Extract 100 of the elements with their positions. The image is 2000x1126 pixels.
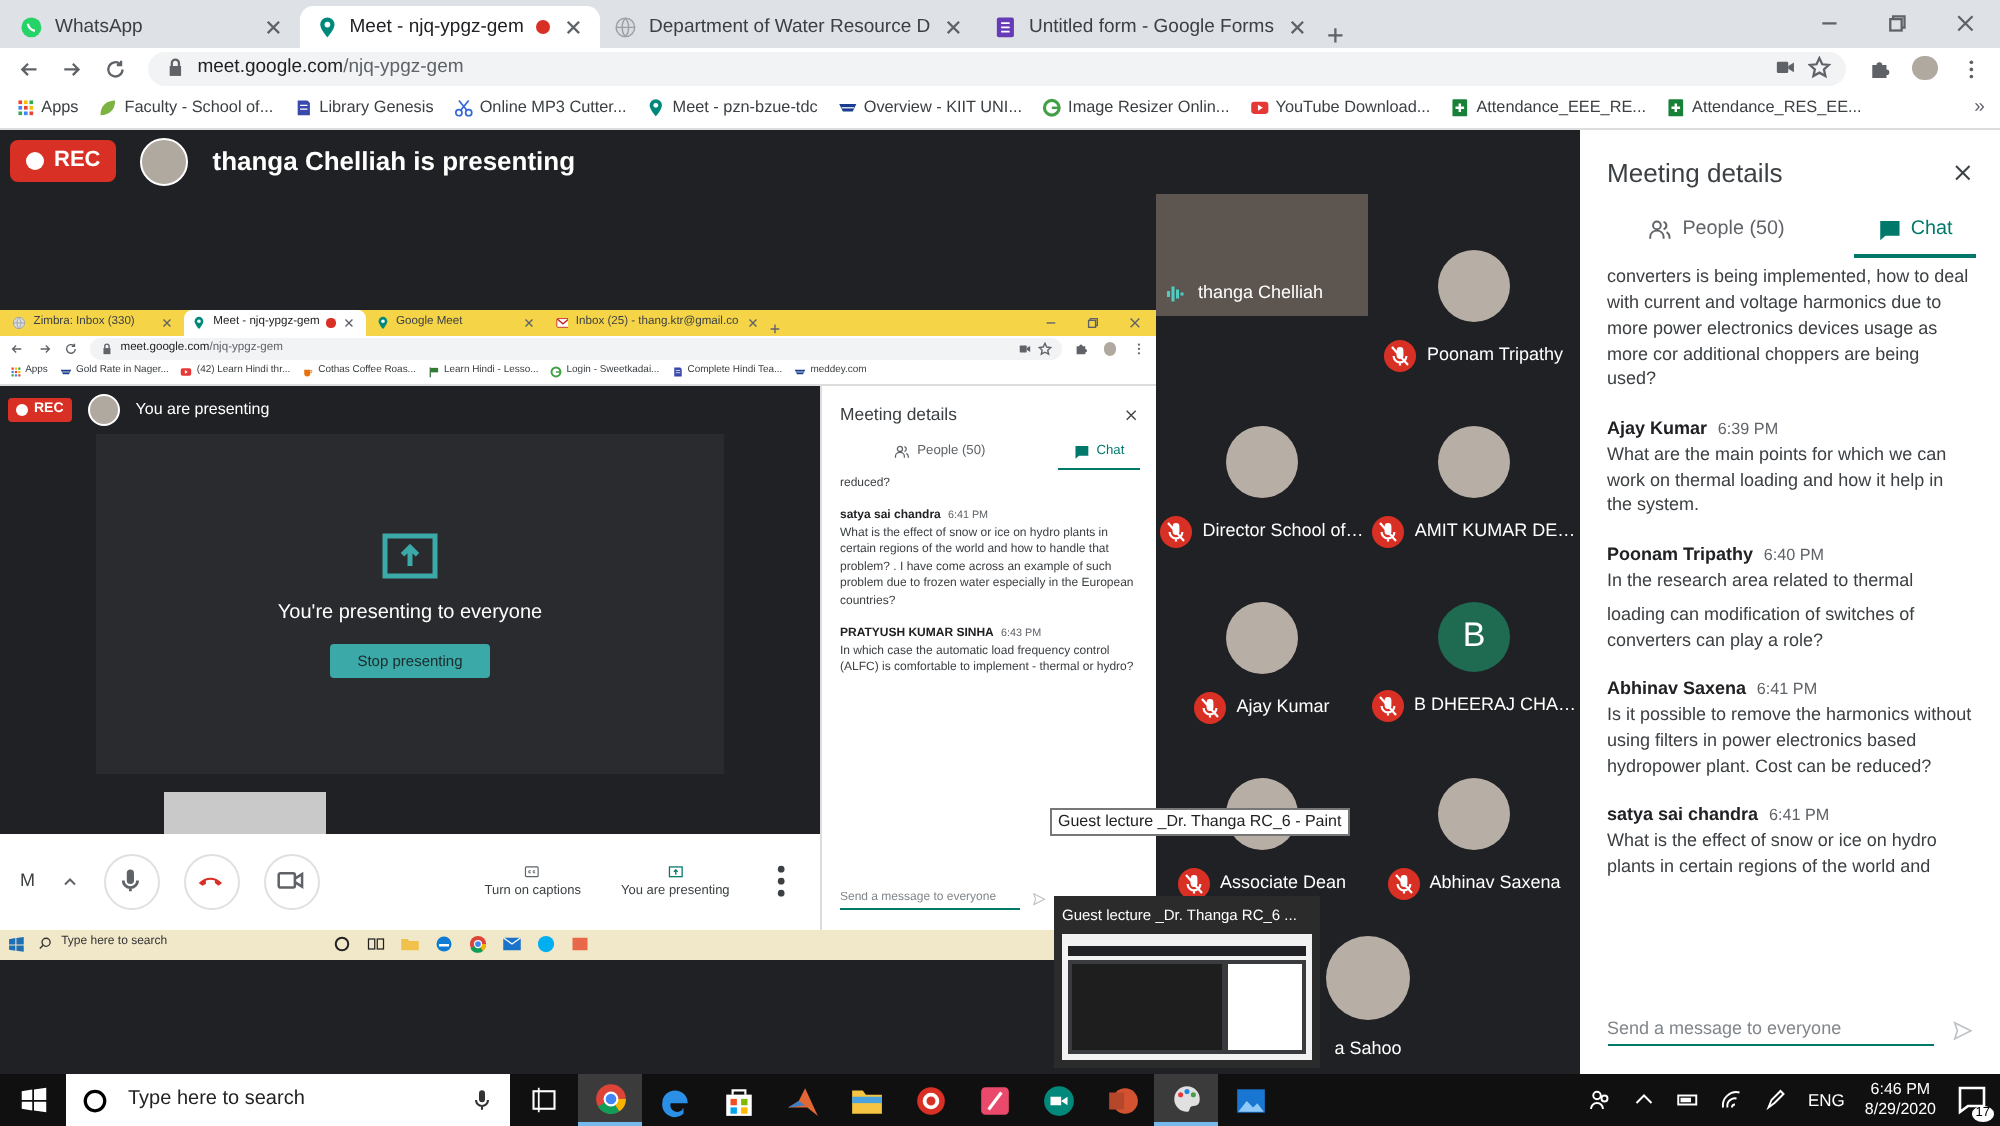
close-icon[interactable] (342, 316, 357, 330)
bookmark[interactable]: Apps (15, 98, 79, 118)
notification-icon[interactable] (1956, 1084, 1988, 1116)
microphone-button[interactable] (103, 853, 159, 910)
swirl-logo-icon[interactable] (434, 934, 455, 955)
language-indicator[interactable]: ENG (1807, 1089, 1845, 1111)
bookmark[interactable]: Faculty - School of... (98, 98, 274, 118)
participant-name: Director School of… (1202, 520, 1364, 542)
close-icon[interactable] (1954, 12, 1978, 36)
taskbar-app[interactable] (1154, 1074, 1218, 1126)
message-text: What is the effect of snow or ice on hydro plants in certain regions of the world and (1607, 828, 1939, 881)
chat-bubble-icon (20, 15, 44, 38)
circle-icon[interactable] (332, 934, 353, 955)
panel-tab[interactable]: Chat (1853, 200, 1977, 258)
browser-tab[interactable]: Meet - njq-ypgz-gem (300, 5, 600, 48)
map-pin-icon (375, 316, 390, 330)
play-icon (1249, 98, 1269, 118)
meeting-name: M (20, 870, 35, 892)
avatar-photo (140, 137, 189, 186)
palette-icon (1169, 1081, 1203, 1115)
star-icon[interactable] (1038, 341, 1053, 356)
bookmark[interactable]: Attendance_RES_EE... (1665, 98, 1862, 118)
participant-name: Poonam Tripathy (1426, 344, 1564, 366)
forward-icon[interactable] (37, 341, 51, 356)
task-view-icon[interactable] (366, 934, 387, 955)
cup-icon (302, 366, 315, 379)
ring-logo-icon (1041, 98, 1062, 118)
forward-icon[interactable] (60, 57, 84, 80)
bookmarks-overflow[interactable]: » (1974, 96, 1985, 120)
participant-name: B DHEERAJ CHA… (1413, 694, 1576, 716)
puzzle-icon[interactable] (1867, 57, 1890, 80)
grid-icon (15, 98, 35, 118)
bookmark[interactable]: YouTube Download... (1249, 98, 1431, 118)
quill-app-icon (977, 1083, 1011, 1117)
browser-tab[interactable]: Department of Water Resource D (599, 5, 980, 48)
panel-title: Meeting details (1607, 157, 1783, 190)
bookmark[interactable]: Image Resizer Onlin... (1041, 98, 1230, 118)
scissors-icon (453, 98, 474, 118)
tooltip: Guest lecture _Dr. Thanga RC_6 - Paint (1050, 808, 1350, 836)
browser-tab[interactable]: Untitled form - Google Forms (979, 5, 1324, 48)
participant-name: AMIT KUMAR DE… (1414, 520, 1576, 542)
clock-date[interactable]: 8/29/2020 (1864, 1100, 1936, 1120)
sender-name: satya sai chandra (1607, 804, 1759, 827)
bookmark[interactable]: Meet - pzn-bzue-tdc (646, 98, 818, 118)
chat-icon (1877, 217, 1901, 242)
panel-tab[interactable]: People (50) (1580, 200, 1854, 258)
search-input[interactable]: Type here to search (124, 1086, 454, 1114)
close-icon[interactable] (1123, 408, 1138, 423)
restore-icon[interactable] (1886, 12, 1909, 36)
url-text[interactable]: meet.google.com/njq-ypgz-gem (197, 56, 464, 80)
close-icon[interactable] (262, 15, 285, 38)
camera-button[interactable] (263, 853, 319, 910)
globe-icon (614, 15, 638, 38)
close-icon[interactable] (561, 15, 585, 38)
participant-name: a Sahoo (1334, 1037, 1402, 1059)
people-icon (894, 444, 911, 461)
message-text: Is it possible to remove the harmonics without using filters in power electronics based hydropower plant. Cost can be reduced? (1607, 702, 1973, 780)
bookmark[interactable]: Attendance_EEE_RE... (1450, 98, 1646, 118)
taskbar-app[interactable] (578, 1074, 642, 1126)
pen-icon[interactable] (1763, 1088, 1788, 1112)
puzzle-icon[interactable] (1074, 341, 1089, 356)
bookmark[interactable]: Library Genesis (293, 98, 434, 118)
reload-icon[interactable] (63, 341, 78, 356)
participant-name: Abhinav Saxena (1429, 872, 1561, 894)
search-icon (38, 936, 54, 952)
book-icon (671, 366, 684, 379)
message-time: 6:40 PM (1763, 545, 1825, 565)
search-icon (82, 1087, 108, 1113)
message-text: What are the main points for which we can work on thermal loading and how it help in the system. (1607, 441, 1949, 519)
task-view-icon[interactable] (530, 1086, 558, 1114)
new-tab-icon[interactable] (1323, 24, 1347, 48)
presenter-status: thanga Chelliah is presenting (212, 145, 576, 177)
back-icon[interactable] (17, 57, 40, 80)
close-icon[interactable] (941, 15, 965, 38)
bookmark[interactable]: Overview - KIIT UNI... (837, 98, 1023, 118)
recording-badge: REC (10, 139, 117, 183)
presenter-status: You are presenting (135, 400, 270, 420)
reload-icon[interactable] (104, 57, 128, 80)
close-icon[interactable] (1285, 15, 1309, 38)
hang-up-button[interactable] (183, 853, 239, 910)
search-box[interactable]: Type here to search (66, 1074, 510, 1126)
envelope-icon[interactable] (502, 934, 523, 955)
avatar-photo (1326, 935, 1410, 1020)
people-icon[interactable] (1587, 1088, 1612, 1112)
back-icon[interactable] (10, 341, 25, 356)
browser-tab[interactable]: WhatsApp (5, 5, 301, 48)
browser-logo-icon[interactable] (468, 934, 489, 955)
clock-time[interactable]: 6:46 PM (1870, 1080, 1931, 1100)
video-camera-icon[interactable] (1018, 341, 1033, 356)
slides-logo-icon[interactable] (570, 934, 591, 955)
participant-name: Ajay Kumar (1236, 696, 1330, 718)
windows-logo-icon[interactable] (20, 1086, 48, 1114)
new-tab-icon[interactable] (768, 321, 783, 336)
wifi-icon[interactable] (1719, 1088, 1744, 1112)
bookmark[interactable]: Online MP3 Cutter... (453, 98, 627, 118)
globe-icon (12, 316, 27, 330)
restore-icon[interactable] (1086, 315, 1101, 330)
star-icon[interactable] (1808, 56, 1832, 80)
participant-name: thanga Chelliah (1198, 282, 1324, 304)
close-icon[interactable] (1951, 162, 1973, 185)
